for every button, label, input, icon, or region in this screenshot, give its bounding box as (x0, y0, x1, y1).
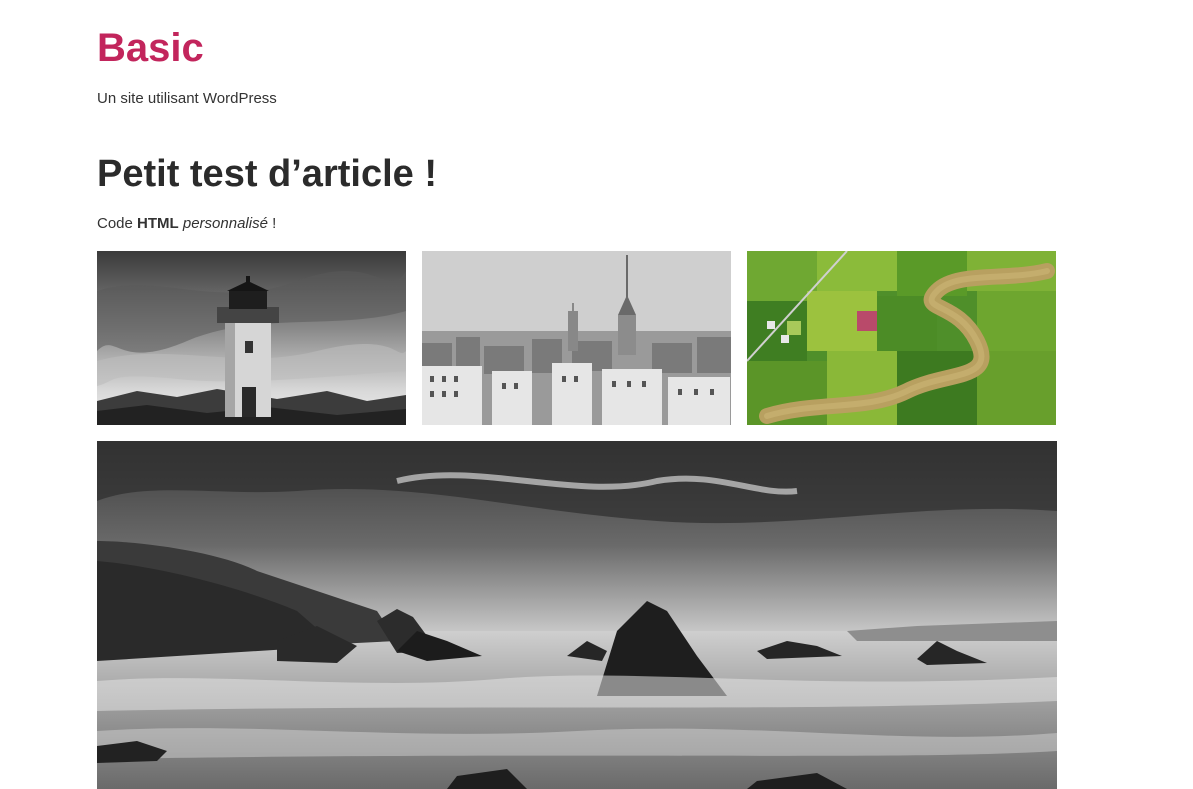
hero-image-seascape[interactable] (97, 441, 1057, 789)
river-image (747, 251, 1056, 425)
gallery-image-river[interactable] (747, 251, 1056, 425)
post-title: Petit test d’article ! (97, 153, 437, 195)
seascape-image (97, 441, 1057, 789)
intro-prefix: Code (97, 215, 138, 232)
intro-suffix: ! (267, 215, 277, 232)
site-title-link[interactable]: Basic (97, 24, 204, 72)
gallery-image-city[interactable] (422, 251, 731, 425)
lighthouse-image (97, 251, 406, 425)
intro-bold: HTML (137, 215, 179, 232)
gallery-image-lighthouse[interactable] (97, 251, 406, 425)
post-intro: Code HTML personnalisé ! (97, 214, 276, 234)
intro-italic: personnalisé (182, 215, 268, 232)
site-tagline: Un site utilisant WordPress (97, 90, 277, 107)
city-image (422, 251, 731, 425)
